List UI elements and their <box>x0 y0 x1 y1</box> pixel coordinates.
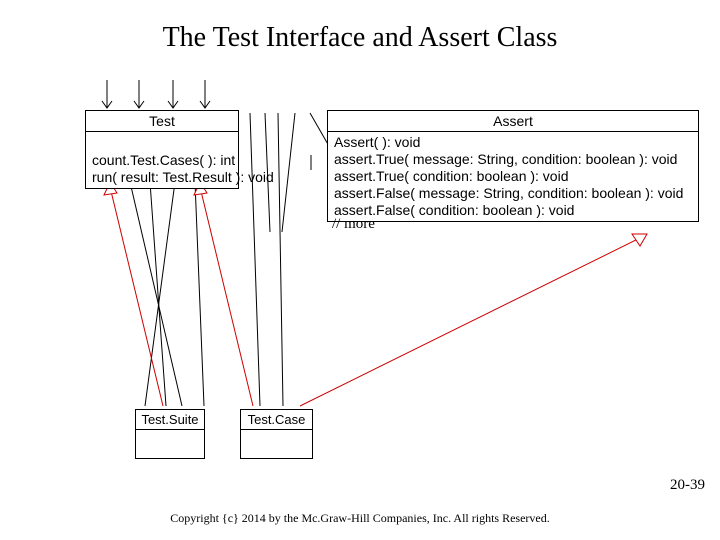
uml-operation: assert.True( condition: boolean ): void <box>334 168 692 185</box>
uml-class-name: Test.Suite <box>136 410 204 430</box>
uml-operations <box>241 444 312 458</box>
uml-operation: assert.False( condition: boolean ): void <box>334 202 692 219</box>
uml-operation: Assert( ): void <box>334 134 692 151</box>
uml-operation: count.Test.Cases( ): int <box>92 152 232 169</box>
slide-title: The Test Interface and Assert Class <box>0 22 720 54</box>
uml-class-name: Test <box>86 111 238 132</box>
uml-operations <box>136 444 204 458</box>
uml-attributes <box>136 430 204 444</box>
more-comment: // more <box>332 216 375 233</box>
uml-operations: count.Test.Cases( ): int run( result: Te… <box>86 150 238 188</box>
uml-class-name: Test.Case <box>241 410 312 430</box>
uml-class-testsuite: Test.Suite <box>135 409 205 459</box>
uml-operation: run( result: Test.Result ): void <box>92 169 232 186</box>
uml-operation: assert.False( message: String, condition… <box>334 185 692 202</box>
diagram-lines <box>0 0 720 540</box>
uml-attributes <box>241 430 312 444</box>
uml-attributes <box>86 132 238 150</box>
uml-class-name: Assert <box>328 111 698 132</box>
uml-class-test: Test count.Test.Cases( ): int run( resul… <box>85 110 239 189</box>
uml-operation: assert.True( message: String, condition:… <box>334 151 692 168</box>
uml-operations: Assert( ): void assert.True( message: St… <box>328 132 698 221</box>
page-number: 20-39 <box>670 477 705 494</box>
copyright-text: Copyright {c} 2014 by the Mc.Graw-Hill C… <box>0 511 720 526</box>
uml-class-testcase: Test.Case <box>240 409 313 459</box>
uml-class-assert: Assert Assert( ): void assert.True( mess… <box>327 110 699 222</box>
